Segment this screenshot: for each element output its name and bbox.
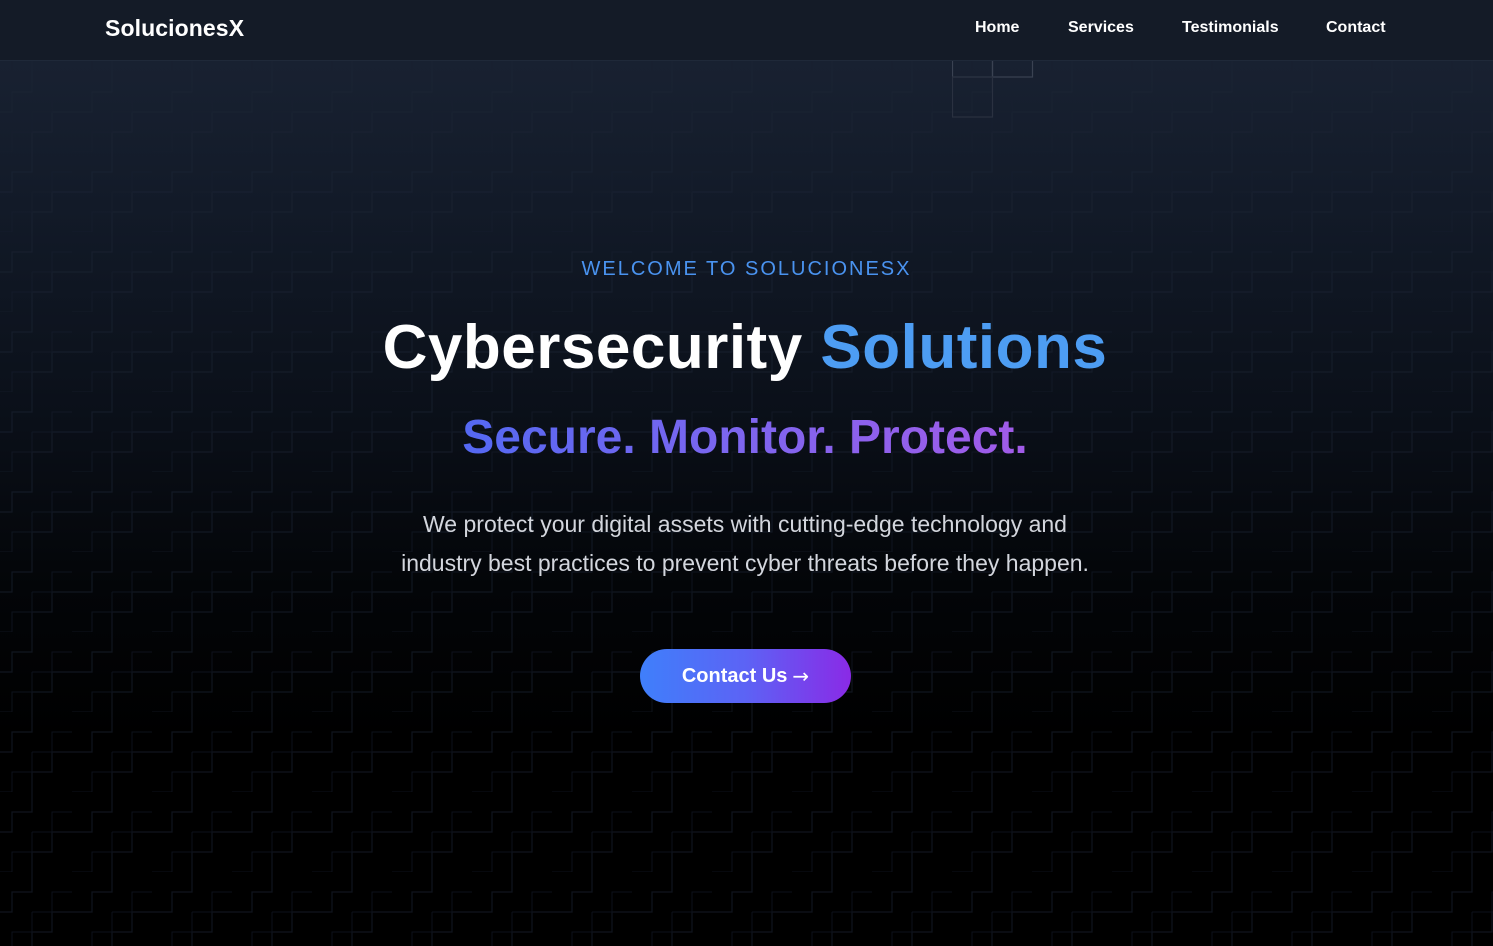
hero-tagline: Secure. Monitor. Protect. — [0, 410, 1490, 465]
nav-link-services[interactable]: Services — [1068, 19, 1134, 37]
brand-logo[interactable]: SolucionesX — [105, 15, 244, 42]
top-navbar: SolucionesX Home Services Testimonials C… — [0, 0, 1493, 61]
nav-link-home[interactable]: Home — [975, 19, 1019, 37]
hero-description: We protect your digital assets with cutt… — [401, 511, 1089, 576]
cta-label: Contact Us — [681, 664, 788, 687]
tagline-text: Secure. Monitor. Protect. — [462, 411, 1028, 464]
contact-us-button[interactable]: Contact Us → — [640, 649, 851, 703]
headline-main: Cybersecurity — [382, 313, 803, 382]
decorative-squares — [952, 60, 1034, 118]
headline-accent: Solutions — [820, 313, 1108, 382]
nav-link-testimonials[interactable]: Testimonials — [1182, 19, 1279, 37]
arrow-right-icon: → — [792, 664, 810, 688]
welcome-eyebrow: WELCOME TO SOLUCIONESX — [581, 258, 912, 280]
nav-link-contact[interactable]: Contact — [1326, 19, 1386, 37]
hero-section: WELCOME TO SOLUCIONESX Cybersecurity Sol… — [0, 0, 1493, 946]
hero-headline: Cybersecurity Solutions — [0, 312, 1490, 383]
